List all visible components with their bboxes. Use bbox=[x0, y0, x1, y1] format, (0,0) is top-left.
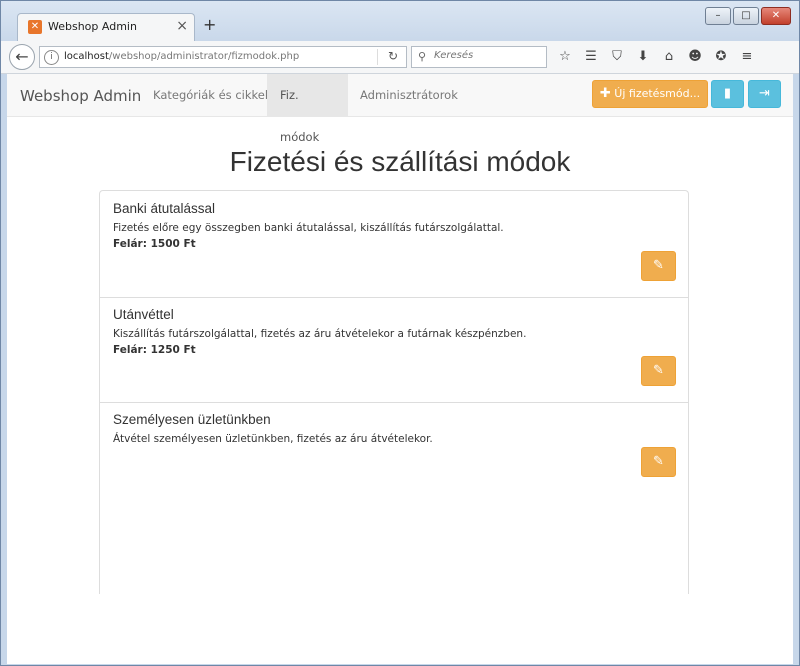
method-fee: Felár: 1250 Ft bbox=[113, 344, 196, 356]
info-icon[interactable]: i bbox=[44, 50, 59, 65]
url-text[interactable]: localhost/webshop/administrator/fizmodok… bbox=[64, 51, 299, 62]
search-input[interactable] bbox=[432, 49, 546, 62]
method-description: Fizetés előre egy összegben banki átutal… bbox=[113, 222, 504, 234]
page-content: Webshop Admin Kategóriák és cikkek Fiz. … bbox=[7, 74, 793, 664]
method-fee: Felár: 1500 Ft bbox=[113, 238, 196, 250]
app-navbar: Webshop Admin Kategóriák és cikkek Fiz. … bbox=[7, 74, 793, 144]
document-icon: ▮ bbox=[723, 86, 732, 101]
browser-tools: ☆ ☰ ⛉ ⬇ ⌂ ☻ ✪ ≡ bbox=[555, 47, 757, 67]
nav-item-fizmodok[interactable]: Fiz. módok bbox=[267, 74, 348, 144]
minimize-icon[interactable]: – bbox=[705, 7, 731, 25]
logout-button[interactable]: ⇥ bbox=[748, 80, 781, 108]
edit-button[interactable]: ✎ bbox=[641, 251, 676, 281]
page-title: Fizetési és szállítási módok bbox=[229, 146, 571, 177]
home-icon[interactable]: ⌂ bbox=[659, 47, 679, 67]
window-controls: – □ ✕ bbox=[705, 7, 791, 25]
edit-button[interactable]: ✎ bbox=[641, 356, 676, 386]
url-separator bbox=[377, 49, 378, 65]
method-name: Személyesen üzletünkben bbox=[113, 412, 271, 427]
browser-window: ✕ Webshop Admin × + – □ ✕ ← i localhost/… bbox=[0, 0, 800, 666]
payment-method-list: Banki átutalással Fizetés előre egy össz… bbox=[99, 190, 689, 594]
browser-titlebar: ✕ Webshop Admin × + – □ ✕ bbox=[1, 1, 799, 41]
maximize-icon[interactable]: □ bbox=[733, 7, 759, 25]
logout-icon: ⇥ bbox=[759, 86, 770, 101]
search-bar[interactable]: ⚲ bbox=[411, 46, 547, 68]
pencil-icon: ✎ bbox=[653, 363, 664, 378]
browser-toolbar: ← i localhost/webshop/administrator/fizm… bbox=[1, 41, 799, 74]
reload-icon[interactable]: ↻ bbox=[388, 49, 398, 63]
edit-button[interactable]: ✎ bbox=[641, 447, 676, 477]
method-description: Átvétel személyesen üzletünkben, fizetés… bbox=[113, 433, 433, 445]
back-arrow-icon[interactable]: ← bbox=[9, 44, 35, 70]
nav-item-adminisztratorok[interactable]: Adminisztrátorok bbox=[347, 74, 471, 116]
new-tab-icon[interactable]: + bbox=[203, 15, 216, 34]
download-icon[interactable]: ⬇ bbox=[633, 47, 653, 67]
search-icon: ⚲ bbox=[418, 50, 427, 63]
reading-list-icon[interactable]: ☰ bbox=[581, 47, 601, 67]
hamburger-menu-icon[interactable]: ≡ bbox=[737, 47, 757, 67]
method-name: Banki átutalással bbox=[113, 201, 216, 216]
browser-tab[interactable]: ✕ Webshop Admin × bbox=[17, 13, 195, 41]
xampp-icon: ✕ bbox=[28, 20, 42, 34]
new-payment-method-label: Új fizetésmód... bbox=[614, 87, 701, 100]
address-bar[interactable]: i localhost/webshop/administrator/fizmod… bbox=[39, 46, 407, 68]
method-name: Utánvéttel bbox=[113, 307, 174, 322]
brand[interactable]: Webshop Admin bbox=[20, 87, 141, 105]
bookmark-star-icon[interactable]: ☆ bbox=[555, 47, 575, 67]
nav-item-kategoriak[interactable]: Kategóriák és cikkek bbox=[140, 74, 284, 116]
addon-icon[interactable]: ✪ bbox=[711, 47, 731, 67]
close-tab-icon[interactable]: × bbox=[176, 18, 188, 34]
list-item: Személyesen üzletünkben Átvétel személye… bbox=[100, 402, 688, 497]
pencil-icon: ✎ bbox=[653, 454, 664, 469]
list-item: Banki átutalással Fizetés előre egy össz… bbox=[100, 191, 688, 298]
pencil-icon: ✎ bbox=[653, 258, 664, 273]
method-description: Kiszállítás futárszolgálattal, fizetés a… bbox=[113, 328, 527, 340]
chat-icon[interactable]: ☻ bbox=[685, 47, 705, 67]
pocket-icon[interactable]: ⛉ bbox=[607, 47, 627, 67]
list-item: Utánvéttel Kiszállítás futárszolgálattal… bbox=[100, 297, 688, 403]
close-window-icon[interactable]: ✕ bbox=[761, 7, 791, 25]
tab-title: Webshop Admin bbox=[48, 20, 137, 33]
new-payment-method-button[interactable]: ✚ Új fizetésmód... bbox=[592, 80, 708, 108]
plus-icon: ✚ bbox=[599, 86, 611, 101]
document-button[interactable]: ▮ bbox=[711, 80, 744, 108]
